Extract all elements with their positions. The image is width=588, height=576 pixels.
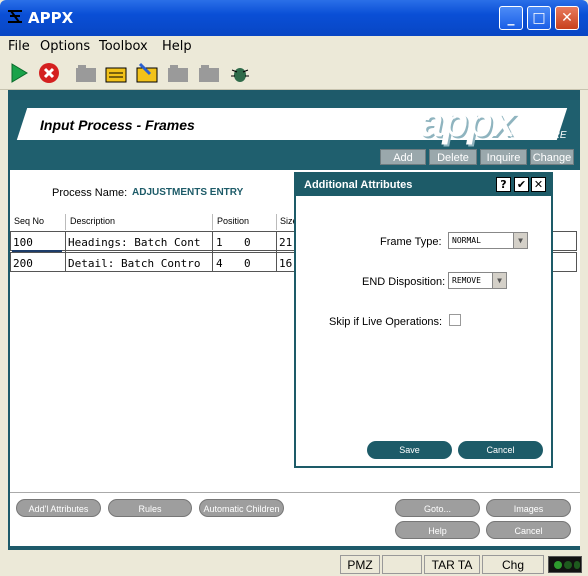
pos2-cell: 0 [244, 236, 251, 249]
pos1-cell: 4 [216, 257, 223, 270]
edit-icon[interactable] [136, 62, 158, 84]
process-name-label: Process Name: [52, 187, 128, 199]
help-button[interactable]: ? [496, 177, 511, 192]
note-icon[interactable] [105, 62, 127, 84]
end-disposition-select[interactable]: REMOVE ▼ [448, 272, 507, 289]
frame-type-select[interactable]: NORMAL ▼ [448, 232, 528, 249]
status-chg: Chg [482, 555, 544, 574]
ok-button[interactable]: ✔ [514, 177, 529, 192]
minimize-button[interactable]: _ [499, 6, 523, 30]
status-blank [382, 555, 422, 574]
end-disposition-value: REMOVE [452, 276, 481, 285]
col-desc-header: Description [70, 216, 116, 226]
chevron-down-icon: ▼ [513, 233, 527, 248]
frame-type-value: NORMAL [452, 236, 481, 245]
status-tar: TAR TA [424, 555, 480, 574]
maximize-button[interactable]: □ [527, 6, 551, 30]
run-icon[interactable] [8, 62, 30, 84]
toolbar [0, 56, 588, 90]
title-bar: APPX _ □ ✕ [0, 0, 588, 36]
automatic-children-button[interactable]: Automatic Children [199, 499, 284, 517]
size-cell: 16 [279, 257, 293, 270]
inquire-button[interactable]: Inquire [480, 149, 527, 165]
col-position-header: Position [217, 216, 250, 226]
page-title: Input Process - Frames [40, 117, 195, 133]
appx-logo: appx [420, 98, 515, 145]
logo-subtitle: SOFTWARE [510, 130, 567, 141]
end-disposition-label: END Disposition: [362, 276, 446, 288]
goto-button[interactable]: Goto... [395, 499, 480, 517]
images-button[interactable]: Images [486, 499, 571, 517]
close-button[interactable]: ✕ [555, 6, 579, 30]
skip-live-checkbox[interactable] [449, 314, 461, 326]
folder-icon[interactable] [167, 62, 189, 84]
col-seq-header: Seq No [14, 216, 45, 226]
menu-bar: File Options Toolbox Help [0, 36, 588, 56]
folder-icon[interactable] [198, 62, 220, 84]
status-lights [548, 556, 582, 573]
desc-cell: Detail: Batch Contro [68, 257, 201, 270]
cancel-dialog-button[interactable]: Cancel [458, 441, 543, 459]
save-button[interactable]: Save [367, 441, 452, 459]
bug-icon[interactable] [229, 62, 251, 84]
help-bottom-button[interactable]: Help [395, 521, 480, 539]
cancel-bottom-button[interactable]: Cancel [486, 521, 571, 539]
close-dialog-button[interactable]: ✕ [531, 177, 546, 192]
chevron-down-icon: ▼ [492, 273, 506, 288]
appx-icon [8, 10, 22, 23]
menu-options[interactable]: Options [40, 39, 90, 54]
change-button[interactable]: Change [530, 149, 574, 165]
pos2-cell: 0 [244, 257, 251, 270]
skip-live-label: Skip if Live Operations: [329, 316, 443, 328]
seq-cell: 200 [13, 257, 33, 270]
seq-cell: 100 [13, 236, 33, 249]
pos1-cell: 1 [216, 236, 223, 249]
add-button[interactable]: Add [380, 149, 426, 165]
dialog-title: Additional Attributes [296, 174, 551, 196]
frame-type-label: Frame Type: [380, 236, 442, 248]
rules-button[interactable]: Rules [108, 499, 192, 517]
folder-icon[interactable] [75, 62, 97, 84]
window-title: APPX [28, 9, 74, 27]
menu-help[interactable]: Help [162, 39, 192, 54]
menu-file[interactable]: File [8, 39, 30, 54]
process-name-value: ADJUSTMENTS ENTRY [132, 187, 244, 198]
stop-icon[interactable] [38, 62, 60, 84]
addl-attributes-button[interactable]: Add'l Attributes [16, 499, 101, 517]
size-cell: 21 [279, 236, 293, 249]
delete-button[interactable]: Delete [429, 149, 477, 165]
status-pmz: PMZ [340, 555, 380, 574]
desc-cell: Headings: Batch Cont [68, 236, 201, 249]
menu-toolbox[interactable]: Toolbox [99, 39, 148, 54]
